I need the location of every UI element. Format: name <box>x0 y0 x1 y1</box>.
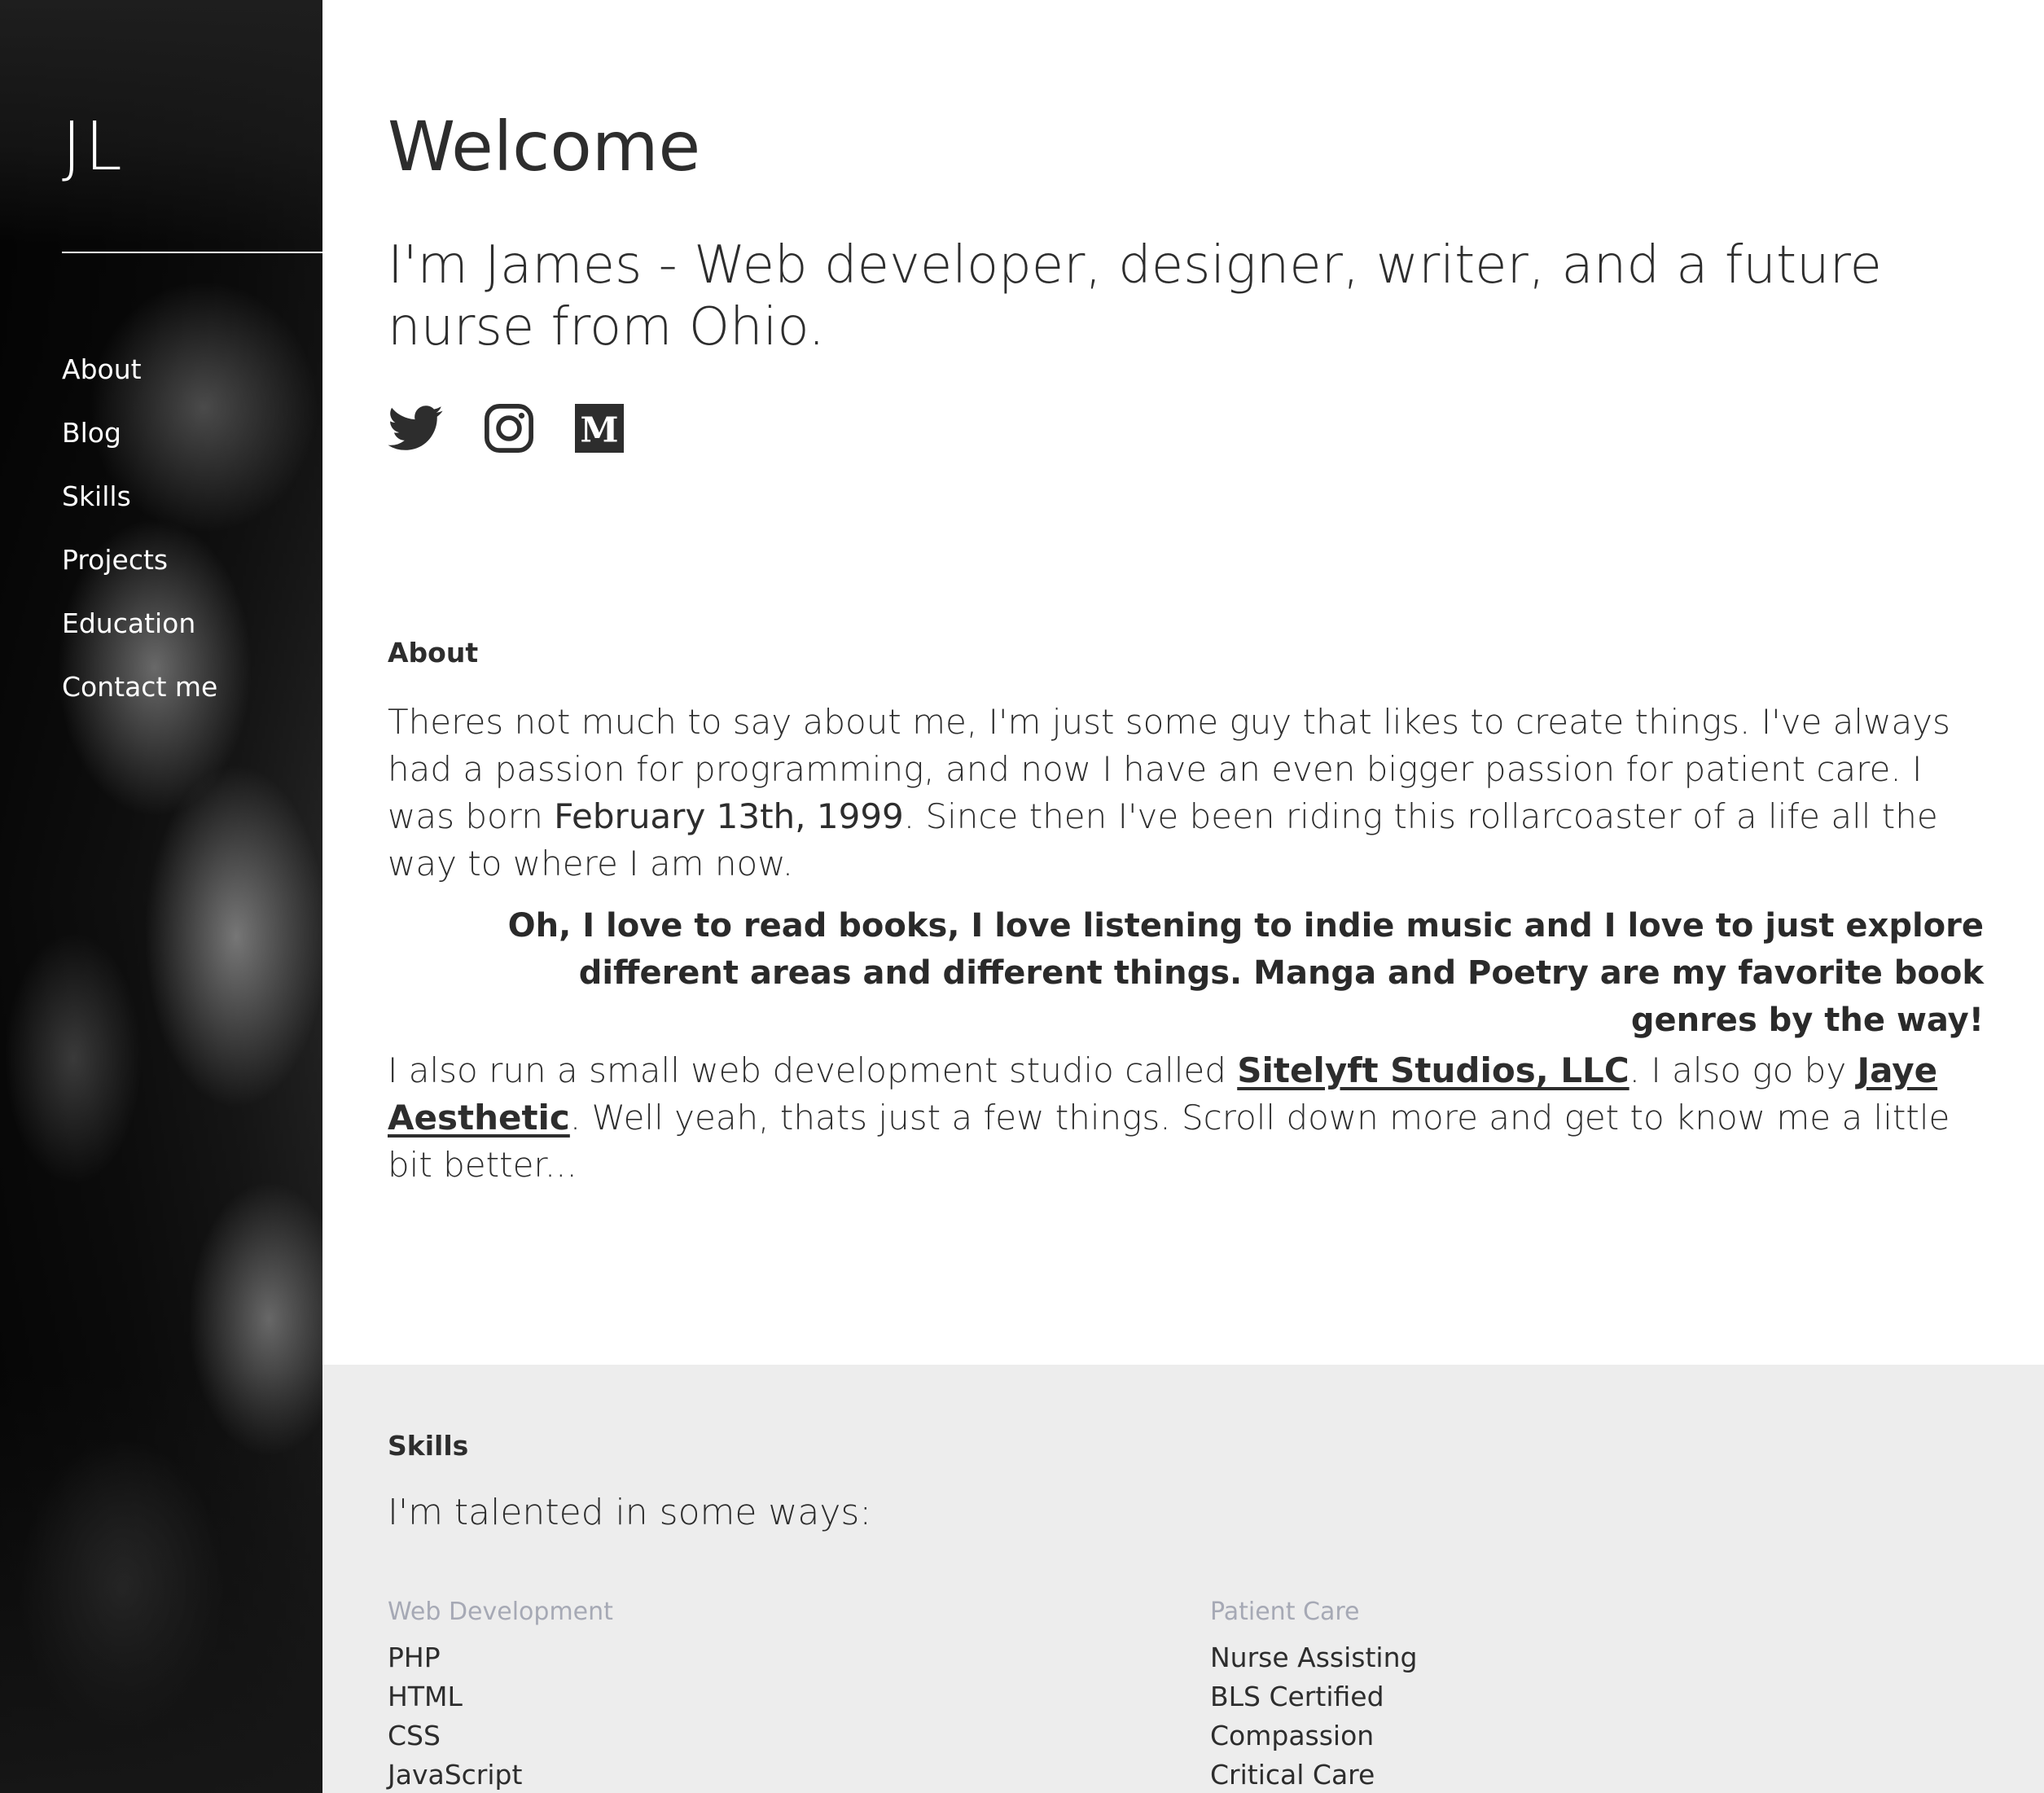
page-title: Welcome <box>388 107 701 186</box>
skills-section-label: Skills <box>388 1430 469 1462</box>
skill-item: BLS Certified <box>1210 1681 1384 1712</box>
sidebar-nav: About Blog Skills Projects Education Con… <box>62 349 217 730</box>
nav-item-contact[interactable]: Contact me <box>62 666 217 730</box>
studio-text-start: I also run a small web development studi… <box>388 1050 1238 1090</box>
birthdate: February 13th, 1999 <box>554 796 904 836</box>
instagram-camera-icon <box>485 404 533 453</box>
twitter-bird-icon <box>388 406 443 450</box>
main-content: Welcome I'm James - Web developer, desig… <box>322 0 2044 1793</box>
studio-paragraph: I also run a small web development studi… <box>388 1047 1984 1189</box>
medium-link[interactable]: M <box>575 404 624 456</box>
skill-item: Compassion <box>1210 1720 1375 1751</box>
sidebar-divider <box>62 252 322 253</box>
nav-item-about[interactable]: About <box>62 349 217 412</box>
skill-item: JavaScript <box>388 1759 523 1791</box>
about-quote: Oh, I love to read books, I love listeni… <box>507 907 1984 1039</box>
skills-column-patient-care: Patient Care Nurse Assisting BLS Certifi… <box>1210 1596 1417 1793</box>
site-logo[interactable]: JL <box>62 114 125 181</box>
skill-item: HTML <box>388 1681 463 1712</box>
svg-text:M: M <box>580 410 618 450</box>
skills-heading: I'm talented in some ways: <box>388 1492 872 1533</box>
skill-category-title: Web Development <box>388 1598 613 1626</box>
intro-text: I'm James - Web developer, designer, wri… <box>388 235 1882 357</box>
instagram-link[interactable] <box>484 403 534 457</box>
sidebar-background-shade <box>0 0 322 244</box>
skill-category-title: Patient Care <box>1210 1598 1360 1626</box>
skill-item: CSS <box>388 1720 441 1751</box>
nav-item-skills[interactable]: Skills <box>62 476 217 539</box>
twitter-link[interactable] <box>388 406 443 454</box>
about-section-label: About <box>388 637 479 669</box>
nav-item-blog[interactable]: Blog <box>62 412 217 476</box>
nav-item-education[interactable]: Education <box>62 603 217 666</box>
medium-m-icon: M <box>575 404 624 453</box>
sitelyft-studios-link[interactable]: Sitelyft Studios, LLC <box>1237 1050 1629 1090</box>
page: JL About Blog Skills Projects Education … <box>0 0 2044 1793</box>
social-links: M <box>388 403 624 457</box>
sidebar: JL About Blog Skills Projects Education … <box>0 0 322 1793</box>
studio-text-middle: . I also go by <box>1629 1050 1858 1090</box>
skills-section: Skills I'm talented in some ways: Web De… <box>322 1365 2044 1793</box>
skills-column-web-development: Web Development PHP HTML CSS JavaScript <box>388 1596 613 1793</box>
about-paragraph: Theres not much to say about me, I'm jus… <box>388 699 1984 888</box>
skill-item: Nurse Assisting <box>1210 1642 1418 1673</box>
sidebar-background-shade-bottom <box>0 1370 322 1793</box>
nav-item-projects[interactable]: Projects <box>62 539 217 603</box>
skill-item: PHP <box>388 1642 441 1673</box>
studio-text-end: . Well yeah, thats just a few things. Sc… <box>388 1098 1950 1185</box>
skill-item: Critical Care <box>1210 1759 1375 1791</box>
